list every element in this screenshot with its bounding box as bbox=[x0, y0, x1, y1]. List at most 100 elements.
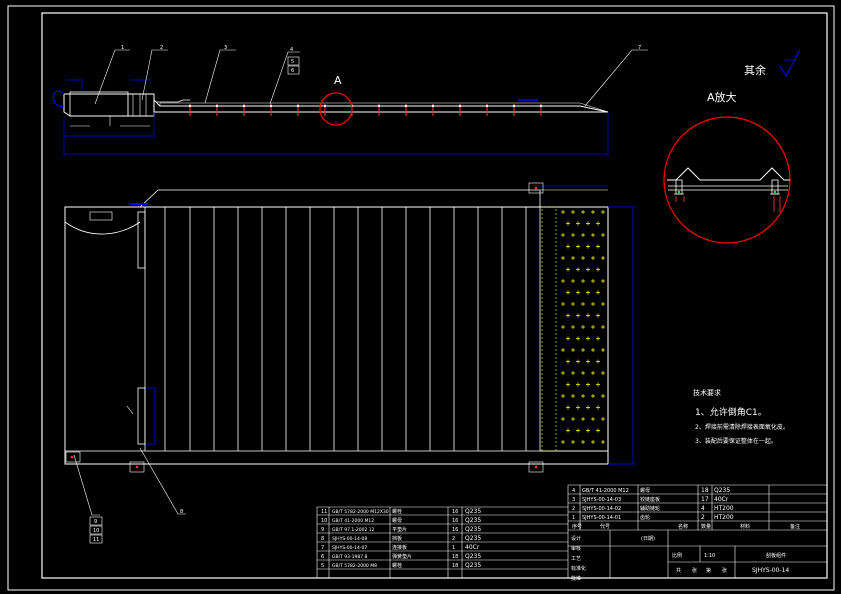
part-qty: 16 bbox=[452, 518, 458, 524]
part-qty: 2 bbox=[452, 536, 455, 542]
side-bolt-head bbox=[485, 104, 489, 108]
part-code: GB/T 97.1-2002 12 bbox=[332, 527, 375, 533]
part-qty: 16 bbox=[452, 509, 458, 515]
side-bolt-head bbox=[404, 104, 408, 108]
stage-label: (日期) bbox=[641, 536, 655, 542]
part-no: 4 bbox=[572, 488, 575, 494]
leader-10-label: 10 bbox=[93, 528, 99, 534]
header-material: 材料 bbox=[740, 523, 750, 530]
part-qty: 18 bbox=[452, 554, 458, 560]
tech-requirement-3: 3、装配后要保证整体在一起。 bbox=[695, 437, 777, 445]
drawing-number: SJHYS-00-14 bbox=[752, 567, 789, 574]
leader-4-label: 4 bbox=[290, 47, 293, 53]
part-name: 螺母 bbox=[392, 517, 402, 524]
part-code: GB/T 41-2000 M12 bbox=[332, 518, 374, 524]
leader-2-label: 2 bbox=[160, 45, 163, 51]
sign-row-label: 工艺 bbox=[571, 556, 581, 562]
header-name: 名称 bbox=[678, 523, 688, 530]
part-no: 2 bbox=[572, 506, 575, 512]
part-code: GB/T 93-1987 8 bbox=[332, 554, 368, 560]
sheet-no-unit: 张 bbox=[722, 567, 727, 574]
leader-5-label: 5 bbox=[291, 59, 294, 65]
side-bolt-head bbox=[269, 104, 273, 108]
detail-a-title: A放大 bbox=[707, 90, 737, 104]
part-material: Q235 bbox=[465, 562, 481, 569]
part-name: 辅助链轮 bbox=[640, 505, 660, 512]
part-material: Q235 bbox=[714, 487, 730, 494]
part-name: 平垫片 bbox=[392, 526, 407, 533]
part-no: 10 bbox=[321, 518, 327, 524]
part-material: 40Cr bbox=[465, 544, 480, 551]
side-bolt-head bbox=[512, 104, 516, 108]
leader-6-label: 6 bbox=[291, 68, 294, 74]
part-material: Q235 bbox=[465, 535, 481, 542]
part-qty: 2 bbox=[701, 514, 705, 521]
part-code: SJHYS-00-14-03 bbox=[582, 497, 621, 503]
part-code: GB/T 5782-2000 M12X30 bbox=[332, 509, 389, 515]
tech-requirement-1: 1、允许倒角C1。 bbox=[695, 406, 767, 418]
scale-value: 1:10 bbox=[704, 553, 715, 559]
leader-8-label: 8 bbox=[180, 509, 183, 515]
drawing-name: 刮板组件 bbox=[766, 552, 786, 559]
leader-7-label: 7 bbox=[638, 45, 641, 51]
part-code: SJHYS-00-14-01 bbox=[582, 515, 621, 521]
view-a-label: A bbox=[334, 74, 342, 87]
part-qty: 17 bbox=[701, 496, 709, 503]
cad-drawing-canvas: 1 2 3 4 5 6 7 A 8 9 10 11 A放大 其余 技术要求 1、… bbox=[0, 0, 841, 594]
leader-1-label: 1 bbox=[121, 45, 124, 51]
scale-label: 比例 bbox=[672, 552, 682, 559]
side-bolt-head bbox=[539, 104, 543, 108]
part-material: HT200 bbox=[714, 514, 734, 521]
part-qty: 18 bbox=[701, 487, 709, 494]
part-name: 螺栓 bbox=[392, 562, 402, 569]
part-no: 8 bbox=[321, 536, 324, 542]
part-qty: 1 bbox=[452, 545, 455, 551]
side-bolt-head bbox=[431, 104, 435, 108]
part-material: HT200 bbox=[714, 505, 734, 512]
part-qty: 16 bbox=[452, 527, 458, 533]
part-material: Q235 bbox=[465, 526, 481, 533]
part-qty: 18 bbox=[452, 563, 458, 569]
part-no: 3 bbox=[572, 497, 575, 503]
part-no: 7 bbox=[321, 545, 324, 551]
leader-11-label: 11 bbox=[93, 537, 99, 543]
part-code: SJHYS-00-14-02 bbox=[582, 506, 621, 512]
leader-9-label: 9 bbox=[94, 519, 97, 525]
part-name: 连接板 bbox=[392, 544, 407, 551]
part-code: SJHYS-00-14-07 bbox=[332, 545, 367, 551]
part-code: SJHYS-00-14-08 bbox=[332, 536, 367, 542]
tech-requirements-title: 技术要求 bbox=[693, 388, 721, 397]
part-no: 9 bbox=[321, 527, 324, 533]
part-no: 5 bbox=[321, 563, 324, 569]
part-name: 弹簧垫片 bbox=[392, 553, 412, 560]
part-material: 40Cr bbox=[714, 496, 729, 503]
part-material: Q235 bbox=[465, 517, 481, 524]
part-qty: 4 bbox=[701, 505, 705, 512]
header-qty: 数量 bbox=[701, 523, 711, 530]
side-bolt-head bbox=[377, 104, 381, 108]
sign-row-label: 设计 bbox=[571, 535, 581, 542]
sign-row-label: 批准 bbox=[571, 575, 581, 582]
sheet-total-unit: 张 bbox=[692, 567, 697, 574]
part-material: Q235 bbox=[465, 553, 481, 560]
part-no: 11 bbox=[321, 509, 327, 515]
leader-3-label: 3 bbox=[224, 45, 227, 51]
sheet-no-label: 第 bbox=[706, 567, 711, 574]
part-no: 6 bbox=[321, 554, 324, 560]
part-name: 铰链座板 bbox=[640, 496, 660, 503]
header-code: 代号 bbox=[600, 523, 610, 530]
header-remark: 备注 bbox=[790, 523, 800, 530]
part-no: 1 bbox=[572, 515, 575, 521]
part-code: GB/T 5782-2000 M8 bbox=[332, 563, 377, 569]
side-bolt-head bbox=[242, 104, 246, 108]
part-name: 挡板 bbox=[392, 535, 402, 542]
side-bolt-head bbox=[188, 104, 192, 108]
side-bolt-head bbox=[323, 104, 327, 108]
surface-note: 其余 bbox=[744, 63, 766, 77]
side-bolt-head bbox=[215, 104, 219, 108]
sheet-total-label: 共 bbox=[676, 567, 681, 574]
sign-row-label: 标准化 bbox=[571, 565, 586, 572]
side-bolt-head bbox=[458, 104, 462, 108]
tech-requirement-2: 2、焊接前需清除焊接表面氧化皮。 bbox=[695, 423, 789, 431]
part-name: 螺栓 bbox=[392, 508, 402, 515]
